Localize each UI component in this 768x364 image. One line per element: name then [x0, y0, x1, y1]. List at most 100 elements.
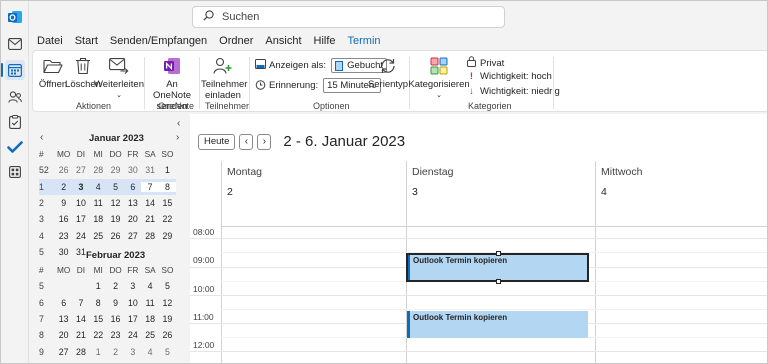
mini-calendar-day[interactable]: 21 [72, 330, 89, 340]
mini-calendar-day[interactable]: 31 [141, 165, 158, 175]
mini-calendar-day[interactable]: 16 [55, 214, 72, 224]
mini-calendar-day[interactable]: 3 [124, 347, 141, 357]
mini-calendar-day[interactable]: 27 [124, 231, 141, 241]
mini-calendar-day[interactable]: 17 [124, 314, 141, 324]
mini-calendar-day[interactable]: 2 [107, 281, 124, 291]
mini-calendar-day[interactable]: 25 [90, 231, 107, 241]
next-week-chevron-icon[interactable]: › [257, 133, 272, 150]
mini-calendar-day[interactable]: 24 [124, 330, 141, 340]
tab-senden-empfangen[interactable]: Senden/Empfangen [110, 34, 207, 48]
calendar-event[interactable]: Outlook Termin kopieren [407, 311, 588, 338]
tab-termin[interactable]: Termin [347, 34, 381, 52]
mini-calendar-day[interactable]: 12 [107, 198, 124, 208]
mini-calendar-day[interactable]: 4 [141, 347, 158, 357]
day-header-monday[interactable]: Montag 2 [221, 161, 406, 226]
mini-calendar-day[interactable]: 23 [107, 330, 124, 340]
mini-calendar-day[interactable]: 23 [55, 231, 72, 241]
mail-icon[interactable] [5, 34, 25, 54]
mini-calendar-day[interactable]: 2 [55, 182, 72, 192]
day-header-tuesday[interactable]: Dienstag 3 [406, 161, 595, 226]
mini-calendar-day[interactable]: 13 [55, 314, 72, 324]
mini-calendar-day[interactable]: 12 [159, 298, 176, 308]
mini-calendar-day[interactable]: 1 [90, 347, 107, 357]
mini-calendar-day[interactable]: 28 [141, 231, 158, 241]
mini-calendar-day[interactable]: 4 [141, 281, 158, 291]
mini-calendar-day[interactable]: 26 [55, 165, 72, 175]
mini-calendar-day[interactable]: 11 [141, 298, 158, 308]
mini-calendar-day[interactable]: 11 [90, 198, 107, 208]
mini-calendar-day-today[interactable]: 3 [72, 182, 89, 192]
recurrence-button[interactable]: Serientyp [368, 55, 408, 90]
mini-calendar-day[interactable]: 19 [107, 214, 124, 224]
mini-calendar-day[interactable]: 3 [124, 281, 141, 291]
mini-calendar-day[interactable]: 22 [90, 330, 107, 340]
todo-check-icon[interactable] [5, 137, 25, 157]
mini-calendar-day[interactable]: 27 [55, 347, 72, 357]
mini-calendar-day[interactable]: 14 [72, 314, 89, 324]
mini-calendar-day[interactable]: 20 [124, 214, 141, 224]
mini-calendar-day[interactable]: 30 [124, 165, 141, 175]
mini-calendar-day[interactable]: 15 [159, 198, 176, 208]
next-month-chevron-icon[interactable]: › [176, 132, 179, 143]
mini-calendar-day[interactable]: 16 [107, 314, 124, 324]
importance-high-button[interactable]: ! Wichtigkeit: hoch [467, 71, 552, 82]
forward-button[interactable]: Weiterleiten ⌄ [94, 55, 144, 101]
mini-calendar-day[interactable]: 22 [159, 214, 176, 224]
tasks-clipboard-icon[interactable] [5, 112, 25, 132]
mini-calendar-day[interactable]: 6 [55, 298, 72, 308]
tab-ordner[interactable]: Ordner [219, 34, 253, 48]
mini-calendar-day[interactable]: 13 [124, 198, 141, 208]
resize-handle-bottom[interactable] [496, 279, 501, 284]
mini-calendar-day[interactable]: 9 [55, 198, 72, 208]
mini-calendar-day[interactable]: 8 [90, 298, 107, 308]
open-button[interactable]: Öffnen [38, 55, 68, 90]
mini-calendar-day[interactable]: 17 [72, 214, 89, 224]
mini-calendar-day[interactable]: 26 [107, 231, 124, 241]
mini-calendar-day[interactable]: 7 [72, 298, 89, 308]
mini-calendar-day[interactable]: 8 [158, 181, 177, 192]
mini-calendar-day[interactable]: 4 [90, 182, 107, 192]
apps-grid-icon[interactable] [5, 162, 25, 182]
search-box[interactable]: Suchen [192, 6, 505, 28]
mini-calendar-day[interactable]: 2 [107, 347, 124, 357]
calendar-event[interactable]: Outlook Termin kopieren [406, 251, 589, 284]
mini-calendar-day[interactable]: 27 [72, 165, 89, 175]
mini-calendar-day[interactable]: 10 [72, 198, 89, 208]
mini-calendar-day[interactable]: 5 [159, 347, 176, 357]
mini-calendar-day[interactable]: 7 [141, 181, 159, 192]
calendar-icon[interactable] [1, 60, 25, 80]
importance-low-button[interactable]: ↓ Wichtigkeit: niedrig [467, 86, 560, 97]
mini-calendar-day[interactable]: 1 [159, 165, 176, 175]
mini-calendar-day[interactable]: 28 [72, 347, 89, 357]
mini-calendar-day[interactable]: 1 [90, 281, 107, 291]
private-button[interactable]: Privat [467, 56, 504, 70]
mini-calendar-day[interactable]: 9 [107, 298, 124, 308]
mini-calendar-day[interactable]: 29 [107, 165, 124, 175]
collapse-pane-chevron-icon[interactable]: ‹ [177, 118, 180, 129]
today-button[interactable]: Heute [198, 133, 236, 150]
mini-calendar-day[interactable]: 30 [55, 247, 72, 257]
mini-calendar-day[interactable]: 15 [90, 314, 107, 324]
mini-calendar-day[interactable]: 25 [141, 330, 158, 340]
tab-start[interactable]: Start [75, 34, 98, 48]
previous-week-chevron-icon[interactable]: ‹ [239, 133, 254, 150]
mini-calendar-day[interactable]: 5 [159, 281, 176, 291]
mini-calendar-day[interactable]: 10 [124, 298, 141, 308]
mini-calendar-day[interactable]: 6 [124, 182, 141, 192]
tab-datei[interactable]: Datei [37, 34, 63, 48]
mini-calendar-day[interactable]: 24 [72, 231, 89, 241]
prev-month-chevron-icon[interactable]: ‹ [40, 132, 43, 143]
day-header-wednesday[interactable]: Mittwoch 4 [595, 161, 767, 226]
categorize-button[interactable]: Kategorisieren ⌄ [408, 55, 470, 101]
mini-calendar-day[interactable]: 5 [107, 182, 124, 192]
invite-attendees-button[interactable]: Teilnehmer einladen [201, 55, 247, 101]
people-icon[interactable] [5, 87, 25, 107]
tab-hilfe[interactable]: Hilfe [314, 34, 336, 48]
mini-calendar-day[interactable]: 14 [141, 198, 158, 208]
tab-ansicht[interactable]: Ansicht [265, 34, 301, 48]
resize-handle-top[interactable] [496, 251, 501, 256]
mini-calendar-day[interactable]: 18 [90, 214, 107, 224]
mini-calendar-day[interactable]: 29 [159, 231, 176, 241]
mini-calendar-day[interactable]: 20 [55, 330, 72, 340]
mini-calendar-day[interactable]: 18 [141, 314, 158, 324]
